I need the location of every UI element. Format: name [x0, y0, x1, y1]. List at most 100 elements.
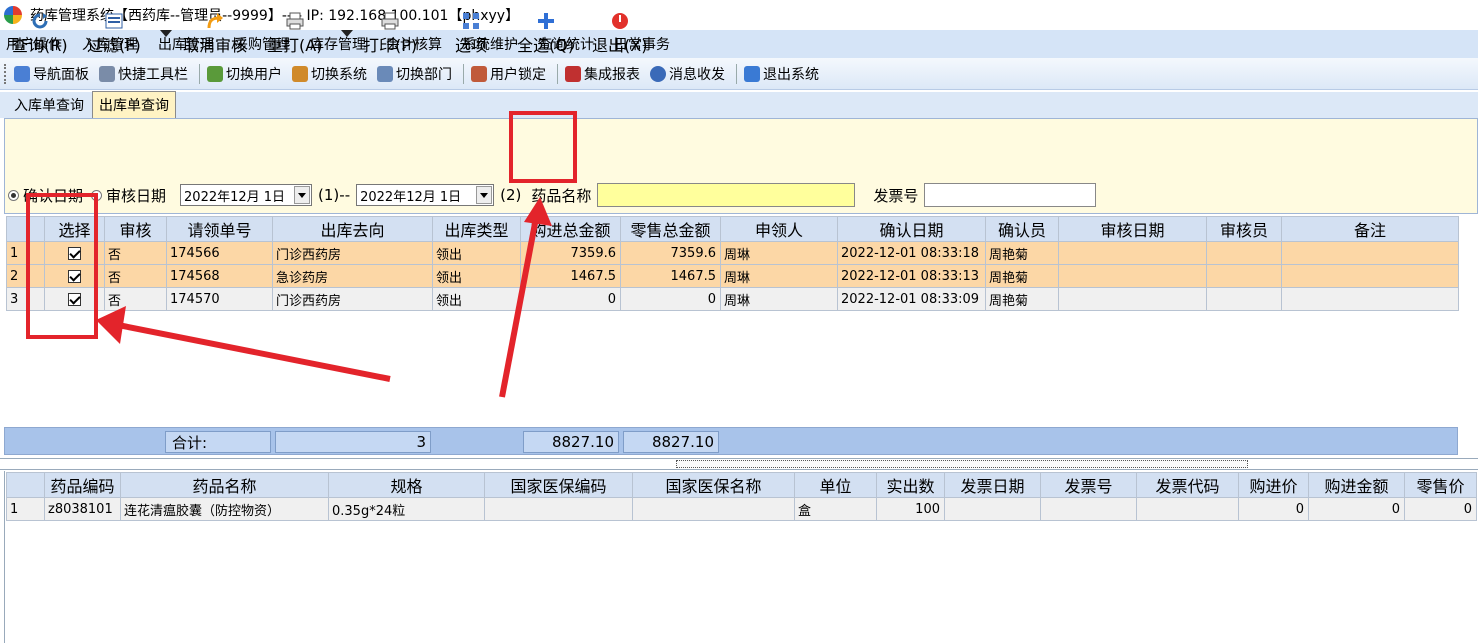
message-button[interactable]: 消息收发 — [647, 64, 728, 84]
col-audit-date[interactable]: 审核日期 — [1058, 216, 1207, 242]
from-date-picker[interactable]: 2022年12月 1日 — [180, 184, 313, 206]
filter-dropdown-arrow[interactable] — [160, 30, 172, 37]
col-purchase-price[interactable]: 购进价 — [1238, 472, 1309, 498]
col-confirm-date[interactable]: 确认日期 — [837, 216, 986, 242]
switch-department-button[interactable]: 切换部门 — [374, 64, 455, 84]
printer-icon — [381, 12, 399, 30]
audit-date-cell — [1058, 287, 1207, 311]
printer-icon — [286, 12, 304, 30]
col-req-no[interactable]: 请领单号 — [166, 216, 273, 242]
retail-cell: 0 — [620, 287, 721, 311]
reprint-dropdown-arrow[interactable] — [341, 30, 353, 37]
nhsa-code-cell — [484, 497, 633, 521]
remark-cell — [1281, 287, 1459, 311]
col-spec[interactable]: 规格 — [328, 472, 485, 498]
col-invoice-no[interactable]: 发票号 — [1040, 472, 1137, 498]
applicant-cell: 周琳 — [720, 287, 838, 311]
spec-cell: 0.35g*24粒 — [328, 497, 485, 521]
table-row[interactable]: 3 否 174570 门诊西药房 领出 0 0 周琳 2022-12-01 08… — [6, 287, 1459, 311]
exit-system-button[interactable]: 退出系统 — [741, 64, 822, 84]
invoice-label: 发票号 — [873, 186, 919, 205]
col-qty[interactable]: 实出数 — [876, 472, 945, 498]
unit-cell: 盒 — [794, 497, 877, 521]
confirmer-cell: 周艳菊 — [985, 241, 1059, 265]
col-auditor[interactable]: 审核员 — [1206, 216, 1282, 242]
summary-bar: 合计: 3 8827.10 8827.10 — [4, 427, 1458, 455]
col-drug-name[interactable]: 药品名称 — [120, 472, 329, 498]
drug-name-input[interactable] — [597, 183, 856, 207]
undo-arrow-icon — [207, 13, 223, 29]
switch-department-icon — [377, 65, 393, 82]
col-audit[interactable]: 审核 — [104, 216, 167, 242]
destination-cell: 门诊西药房 — [272, 287, 433, 311]
reprint-button[interactable]: 重打(A) — [267, 12, 322, 56]
splitter-handle[interactable] — [676, 460, 1248, 468]
user-lock-button[interactable]: 用户锁定 — [468, 64, 549, 84]
integrated-report-icon — [565, 65, 581, 82]
col-drug-code[interactable]: 药品编码 — [44, 472, 121, 498]
col-nhsa-name[interactable]: 国家医保名称 — [632, 472, 795, 498]
applicant-cell: 周琳 — [720, 264, 838, 288]
pane-splitter[interactable] — [0, 458, 1478, 470]
invoice-input[interactable] — [924, 183, 1097, 207]
audit-date-label: 审核日期 — [106, 186, 167, 205]
purchase-cell: 0 — [520, 287, 621, 311]
applicant-cell: 周琳 — [720, 241, 838, 265]
switch-system-icon — [292, 65, 308, 82]
from-date-tag: (1)-- — [318, 186, 351, 204]
col-invoice-date[interactable]: 发票日期 — [944, 472, 1041, 498]
print-button[interactable]: 打印(P) — [363, 12, 417, 56]
col-retail-total[interactable]: 零售总金额 — [620, 216, 721, 242]
col-destination[interactable]: 出库去向 — [272, 216, 433, 242]
switch-system-button[interactable]: 切换系统 — [289, 64, 370, 84]
col-purchase-total[interactable]: 购进总金额 — [520, 216, 621, 242]
table-row[interactable]: 2 否 174568 急诊药房 领出 1467.5 1467.5 周琳 2022… — [6, 264, 1459, 288]
confirmer-cell: 周艳菊 — [985, 264, 1059, 288]
query-button[interactable]: 查询(R) — [12, 12, 68, 56]
navigation-panel-button[interactable]: 导航面板 — [11, 64, 92, 84]
col-invoice-code[interactable]: 发票代码 — [1136, 472, 1239, 498]
switch-user-button[interactable]: 切换用户 — [204, 64, 285, 84]
col-unit[interactable]: 单位 — [794, 472, 877, 498]
toolbar-separator — [736, 63, 737, 84]
invoice-date-cell — [944, 497, 1041, 521]
chevron-down-icon[interactable] — [294, 186, 311, 204]
detail-table: 药品编码 药品名称 规格 国家医保编码 国家医保名称 单位 实出数 发票日期 发… — [6, 472, 1477, 521]
audit-cell: 否 — [104, 241, 167, 265]
table-row[interactable]: 1 否 174566 门诊西药房 领出 7359.6 7359.6 周琳 202… — [6, 241, 1459, 265]
to-date-tag: (2) — [500, 186, 522, 204]
switch-user-icon — [207, 65, 223, 82]
annotation-box-select-all — [509, 111, 577, 183]
confirm-date-radio[interactable] — [8, 189, 19, 201]
summary-retail-total: 8827.10 — [623, 431, 719, 453]
req-no-cell: 174570 — [166, 287, 273, 311]
to-date-picker[interactable]: 2022年12月 1日 — [356, 184, 495, 206]
options-button[interactable]: 选项 — [455, 12, 487, 56]
tab-outbound-query[interactable]: 出库单查询 — [92, 91, 176, 118]
col-purchase-amount[interactable]: 购进金额 — [1308, 472, 1405, 498]
col-remark[interactable]: 备注 — [1281, 216, 1459, 242]
req-no-cell: 174568 — [166, 264, 273, 288]
col-type[interactable]: 出库类型 — [432, 216, 521, 242]
table-row[interactable]: 1 z8038101 连花清瘟胶囊（防控物资） 0.35g*24粒 盒 100 … — [6, 497, 1477, 521]
toolbar-separator — [199, 63, 200, 84]
col-confirmer[interactable]: 确认员 — [985, 216, 1059, 242]
type-cell: 领出 — [432, 264, 521, 288]
select-all-button[interactable]: 全选(Q) — [517, 12, 574, 56]
purchase-price-cell: 0 — [1238, 497, 1309, 521]
col-applicant[interactable]: 申领人 — [720, 216, 838, 242]
toolbar-grip[interactable] — [4, 63, 7, 84]
integrated-report-button[interactable]: 集成报表 — [562, 64, 643, 84]
shortcut-toolbar-button[interactable]: 快捷工具栏 — [96, 64, 191, 84]
col-nhsa-code[interactable]: 国家医保编码 — [484, 472, 633, 498]
col-retail-price[interactable]: 零售价 — [1404, 472, 1477, 498]
filter-bar: 确认日期 审核日期 2022年12月 1日 (1)-- 2022年12月 1日 … — [8, 180, 1468, 210]
audit-cell: 否 — [104, 264, 167, 288]
cancel-audit-button[interactable]: 取消审核 — [183, 12, 247, 56]
filter-button[interactable]: 过滤(F) — [87, 12, 141, 56]
tab-inbound-query[interactable]: 入库单查询 — [8, 92, 90, 118]
audit-date-cell — [1058, 241, 1207, 265]
chevron-down-icon[interactable] — [476, 186, 493, 204]
invoice-no-cell — [1040, 497, 1137, 521]
exit-button[interactable]: 退出(X) — [592, 12, 647, 56]
